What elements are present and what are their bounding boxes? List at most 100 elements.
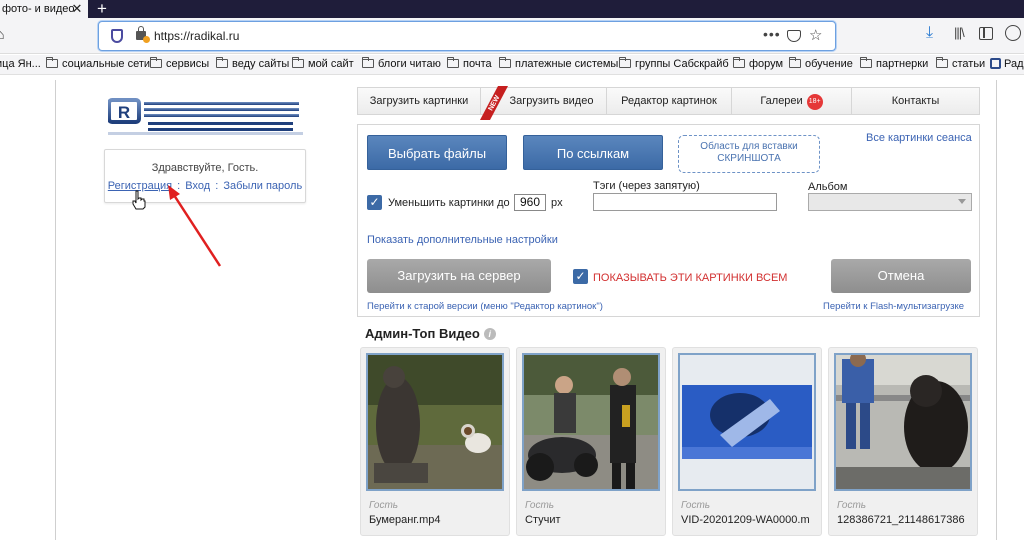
folder-icon: [860, 57, 872, 68]
choose-files-button[interactable]: Выбрать файлы: [367, 135, 507, 170]
folder-icon: [150, 57, 162, 68]
radikal-foto-logo[interactable]: R: [108, 96, 303, 136]
menu-contacts[interactable]: Контакты: [852, 88, 979, 114]
bookmark-folder[interactable]: обучение: [789, 57, 853, 70]
resize-unit: px: [551, 197, 563, 209]
page-content: R Здравствуйте, Гость. Регистрация : Вхо…: [55, 80, 997, 540]
cancel-button[interactable]: Отмена: [831, 259, 971, 293]
home-icon[interactable]: ⌂: [0, 26, 10, 44]
tab-bar: фото- и видео ✕ +: [0, 0, 1024, 18]
pocket-icon[interactable]: [787, 30, 801, 42]
bookmark-folder[interactable]: платежные системы: [499, 57, 618, 70]
browser-tab[interactable]: фото- и видео ✕: [0, 0, 88, 18]
menu-upload-images[interactable]: Загрузить картинки: [358, 88, 481, 114]
red-arrow-icon: [168, 185, 222, 267]
menu-image-editor[interactable]: Редактор картинок: [607, 88, 732, 114]
folder-icon: [292, 57, 304, 68]
gallery-title: Админ-Топ Видео i: [365, 326, 496, 341]
video-name[interactable]: 128386721_21148617386: [837, 514, 975, 526]
tab-title: фото- и видео: [2, 3, 75, 15]
video-thumbnail[interactable]: [366, 353, 504, 491]
blurry-video-thumbnail: [680, 355, 814, 489]
flash-upload-link[interactable]: Перейти к Flash-мультизагрузке: [823, 301, 964, 312]
by-links-button[interactable]: По ссылкам: [523, 135, 663, 170]
resize-input[interactable]: 960: [514, 194, 546, 211]
download-icon[interactable]: ⤓: [926, 24, 933, 42]
folder-icon: [499, 57, 511, 68]
bookmark-folder[interactable]: социальные сети: [46, 57, 150, 70]
bookmarks-bar: ица Ян... социальные сети сервисы веду с…: [0, 55, 1024, 75]
star-icon[interactable]: ☆: [809, 26, 822, 44]
library-icon[interactable]: |||\: [954, 25, 965, 40]
video-card[interactable]: Гость Бумеранг.mp4: [360, 347, 510, 536]
bookmark-folder[interactable]: блоги читаю: [362, 57, 441, 70]
video-name[interactable]: Бумеранг.mp4: [369, 514, 507, 526]
radikal-favicon-icon: [990, 58, 1001, 69]
nav-bar: ⌂ https://radikal.ru ••• ☆ ⤓ |||\: [0, 18, 1024, 54]
screenshot-paste-area[interactable]: Область для вставки СКРИНШОТА: [678, 135, 820, 173]
show-all-checkbox[interactable]: ✓: [573, 269, 588, 284]
sidebar-icon[interactable]: [979, 27, 993, 40]
resize-checkbox[interactable]: ✓: [367, 195, 382, 210]
session-images-link[interactable]: Все картинки сеанса: [866, 132, 972, 144]
video-card[interactable]: Гость Стучит: [516, 347, 666, 536]
bookmark-folder[interactable]: мой сайт: [292, 57, 354, 70]
folder-icon: [362, 57, 374, 68]
greeting-text: Здравствуйте, Гость.: [151, 162, 259, 174]
bookmark-folder[interactable]: почта: [447, 57, 492, 70]
video-thumbnail[interactable]: [522, 353, 660, 491]
info-icon[interactable]: i: [483, 328, 496, 340]
album-select[interactable]: [808, 193, 972, 211]
new-ribbon-icon: NEW: [480, 86, 508, 120]
tags-input[interactable]: [593, 193, 777, 211]
folder-icon: [733, 57, 745, 68]
tags-label: Тэги (через запятую): [593, 180, 700, 192]
bookmark-folder[interactable]: форум: [733, 57, 783, 70]
upload-panel: Выбрать файлы По ссылкам Область для вст…: [357, 124, 980, 317]
url-bar[interactable]: https://radikal.ru ••• ☆: [98, 21, 836, 51]
folder-icon: [216, 57, 228, 68]
more-settings-link[interactable]: Показать дополнительные настройки: [367, 234, 558, 246]
bookmark-item[interactable]: ица Ян...: [0, 58, 41, 70]
album-label: Альбом: [808, 181, 848, 193]
folder-icon: [619, 57, 631, 68]
bookmark-folder[interactable]: статьи: [936, 57, 985, 70]
bookmark-folder[interactable]: веду сайты: [216, 57, 289, 70]
bookmark-item[interactable]: Рад: [990, 58, 1024, 70]
hand-cursor-icon: [132, 190, 146, 210]
video-author: Гость: [681, 500, 711, 511]
account-icon[interactable]: [1005, 25, 1021, 41]
upload-to-server-button[interactable]: Загрузить на сервер: [367, 259, 551, 293]
resize-label: Уменьшить картинки до: [388, 197, 510, 209]
more-icon[interactable]: •••: [763, 26, 781, 42]
folder-icon: [447, 57, 459, 68]
video-name[interactable]: Стучит: [525, 514, 663, 526]
motorcyclists-thumbnail: [524, 355, 658, 489]
video-thumbnail[interactable]: [678, 353, 816, 491]
video-thumbnail[interactable]: [834, 353, 972, 491]
video-card[interactable]: Гость 128386721_21148617386: [828, 347, 978, 536]
bookmark-folder[interactable]: партнерки: [860, 57, 928, 70]
old-version-link[interactable]: Перейти к старой версии (меню "Редактор …: [367, 301, 603, 312]
warning-icon: [143, 36, 150, 43]
age-badge: 18+: [806, 94, 823, 110]
bookmark-folder[interactable]: группы Сабскрайб: [619, 57, 729, 70]
bookmark-folder[interactable]: сервисы: [150, 57, 209, 70]
new-tab-button[interactable]: +: [92, 0, 112, 18]
svg-text:NEW: NEW: [488, 94, 502, 112]
sea-lion-thumbnail: [836, 355, 970, 489]
video-name[interactable]: VID-20201209-WA0000.m: [681, 514, 819, 526]
folder-icon: [46, 57, 58, 68]
shield-icon[interactable]: [111, 29, 123, 43]
menu-galleries[interactable]: Галереи 18+: [732, 88, 852, 114]
show-all-label: ПОКАЗЫВАТЬ ЭТИ КАРТИНКИ ВСЕМ: [593, 272, 788, 284]
video-author: Гость: [837, 500, 867, 511]
top-menu: Загрузить картинки Загрузить видео Редак…: [357, 86, 980, 120]
url-input[interactable]: https://radikal.ru: [154, 29, 239, 43]
video-card[interactable]: Гость VID-20201209-WA0000.m: [672, 347, 822, 536]
video-author: Гость: [369, 500, 399, 511]
folder-icon: [789, 57, 801, 68]
close-icon[interactable]: ✕: [68, 0, 86, 18]
statue-dog-thumbnail: [368, 355, 502, 489]
folder-icon: [936, 57, 948, 68]
